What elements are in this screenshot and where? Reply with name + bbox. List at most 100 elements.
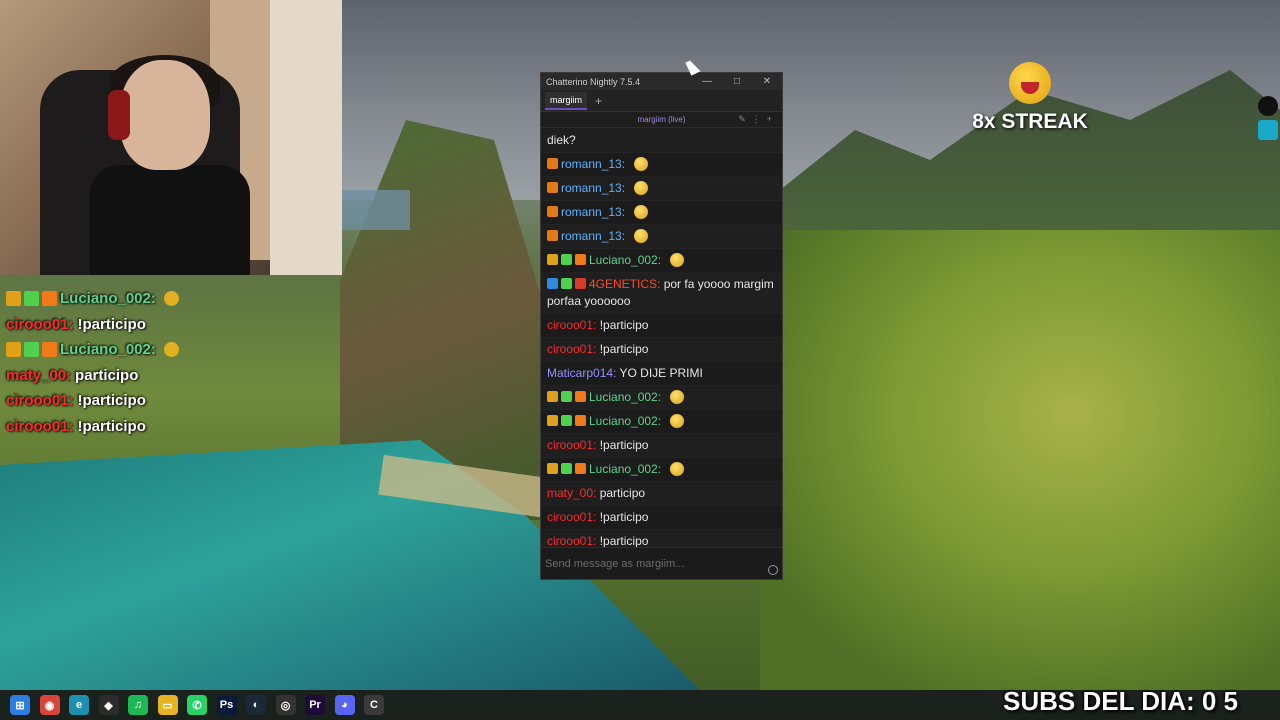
chat-username[interactable]: romann_13: xyxy=(561,157,625,171)
chatterino-icon[interactable]: C xyxy=(364,695,384,715)
chat-username[interactable]: romann_13: xyxy=(561,205,625,219)
chat-username[interactable]: Luciano_002: xyxy=(589,253,661,267)
chat-username[interactable]: romann_13: xyxy=(561,181,625,195)
message-list[interactable]: diek? romann_13: romann_13: romann_13: ro… xyxy=(541,129,782,549)
badge-icon[interactable] xyxy=(547,182,558,193)
overlay-chat-line: maty_00: participo xyxy=(6,363,336,389)
badge-icon[interactable] xyxy=(575,254,586,265)
chat-username[interactable]: cirooo01: xyxy=(547,318,596,332)
badge-icon[interactable] xyxy=(561,463,572,474)
chat-username[interactable]: Luciano_002: xyxy=(589,414,661,428)
chat-message[interactable]: Luciano_002: xyxy=(541,458,782,482)
location-pin-icon[interactable] xyxy=(1258,96,1278,116)
whatsapp-icon[interactable]: ✆ xyxy=(187,695,207,715)
close-button[interactable]: ✕ xyxy=(752,76,782,87)
tab-bar: margiim + xyxy=(541,90,782,112)
badge-icon[interactable] xyxy=(547,463,558,474)
badge-icon[interactable] xyxy=(547,206,558,217)
overlay-username: cirooo01: xyxy=(6,392,74,409)
maximize-button[interactable]: □ xyxy=(722,76,752,87)
chat-message[interactable]: Maticarp014: YO DIJE PRIMI xyxy=(541,362,782,386)
badge-icon xyxy=(6,342,21,358)
start-icon[interactable]: ⊞ xyxy=(10,695,30,715)
chat-username[interactable]: Luciano_002: xyxy=(589,390,661,404)
badge-icon[interactable] xyxy=(575,463,586,474)
chat-message[interactable]: cirooo01: !participo xyxy=(541,314,782,338)
chat-message[interactable]: cirooo01: !participo xyxy=(541,434,782,458)
badge-icon[interactable] xyxy=(575,391,586,402)
chat-username[interactable]: cirooo01: xyxy=(547,438,596,452)
badge-icon[interactable] xyxy=(561,254,572,265)
chat-message[interactable]: diek? xyxy=(541,129,782,153)
chat-message[interactable]: romann_13: xyxy=(541,177,782,201)
laugh-emote-icon[interactable] xyxy=(670,390,685,404)
badge-icon[interactable] xyxy=(561,278,572,289)
chat-message[interactable]: romann_13: xyxy=(541,201,782,225)
emoji-picker-icon[interactable] xyxy=(768,565,778,575)
badge-icon[interactable] xyxy=(575,415,586,426)
chat-message[interactable]: 4GENETICS: por fa yoooo margim porfaa yo… xyxy=(541,273,782,314)
photoshop-icon[interactable]: Ps xyxy=(216,695,237,715)
chat-message-text: !participo xyxy=(599,510,649,524)
badge-icon[interactable] xyxy=(547,230,558,241)
laugh-emote-icon[interactable] xyxy=(634,229,649,243)
folder-icon[interactable]: ▭ xyxy=(157,695,178,715)
overlay-username: cirooo01: xyxy=(6,417,74,435)
app-shortcut-icon[interactable] xyxy=(1258,120,1278,140)
edge-icon[interactable]: e xyxy=(69,695,89,715)
laugh-emote-icon[interactable] xyxy=(670,414,685,428)
chatterino-window[interactable]: Chatterino Nightly 7.5.4 — □ ✕ margiim +… xyxy=(540,72,783,580)
chat-message[interactable]: Luciano_002: xyxy=(541,410,782,434)
laugh-emote-icon xyxy=(163,291,179,307)
chat-message-text: !participo xyxy=(599,342,649,356)
app-icon[interactable]: ◆ xyxy=(98,695,119,715)
chat-message[interactable]: cirooo01: !participo xyxy=(541,506,782,530)
laugh-emote-icon[interactable] xyxy=(634,205,649,219)
badge-icon xyxy=(42,342,57,358)
badge-icon xyxy=(24,342,39,358)
badge-icon[interactable] xyxy=(561,415,572,426)
chat-message[interactable]: Luciano_002: xyxy=(541,386,782,410)
laugh-emote-icon[interactable] xyxy=(634,157,649,171)
steam-icon[interactable]: ◐ xyxy=(246,695,266,715)
chat-username[interactable]: cirooo01: xyxy=(547,342,596,356)
add-tab-button[interactable]: + xyxy=(595,94,602,108)
chat-message[interactable]: cirooo01: !participo xyxy=(541,338,782,362)
discord-icon[interactable]: ◕ xyxy=(334,695,355,715)
spotify-icon[interactable]: ♫ xyxy=(128,695,148,715)
chat-message[interactable]: romann_13: xyxy=(541,153,782,177)
badge-icon[interactable] xyxy=(547,415,558,426)
chat-username[interactable]: Luciano_002: xyxy=(589,462,661,476)
chat-username[interactable]: cirooo01: xyxy=(547,510,596,524)
chat-message[interactable]: romann_13: xyxy=(541,225,782,249)
chat-username[interactable]: 4GENETICS: xyxy=(589,277,660,291)
laugh-emote-icon[interactable] xyxy=(670,462,685,476)
chat-username[interactable]: Maticarp014: xyxy=(547,366,616,380)
overlay-chat-line: cirooo01: !participo xyxy=(6,414,336,440)
badge-icon[interactable] xyxy=(547,254,558,265)
channel-header[interactable]: margiim (live) ✎⋮+ xyxy=(541,112,782,128)
header-tools-icon[interactable]: ✎⋮+ xyxy=(738,114,778,125)
chat-message[interactable]: maty_00: participo xyxy=(541,482,782,506)
tab-margiim[interactable]: margiim xyxy=(545,91,588,110)
badge-icon[interactable] xyxy=(575,278,586,289)
overlay-username: Luciano_002: xyxy=(60,341,156,358)
chat-username[interactable]: maty_00: xyxy=(547,486,596,500)
chat-username[interactable]: romann_13: xyxy=(561,229,625,243)
minimize-button[interactable]: — xyxy=(692,76,722,87)
chat-message-text: !participo xyxy=(599,318,649,332)
laugh-emote-icon[interactable] xyxy=(670,253,685,267)
chrome-icon[interactable]: ◉ xyxy=(39,695,60,715)
message-input[interactable] xyxy=(541,548,782,579)
obs-icon[interactable]: ◎ xyxy=(275,695,296,715)
streak-label: 8x STREAK xyxy=(972,110,1088,133)
premiere-icon[interactable]: Pr xyxy=(305,695,325,715)
chat-username[interactable]: cirooo01: xyxy=(547,534,596,548)
badge-icon[interactable] xyxy=(547,391,558,402)
badge-icon[interactable] xyxy=(561,391,572,402)
badge-icon[interactable] xyxy=(547,278,558,289)
window-titlebar[interactable]: Chatterino Nightly 7.5.4 — □ ✕ xyxy=(541,73,782,90)
chat-message[interactable]: Luciano_002: xyxy=(541,249,782,273)
laugh-emote-icon[interactable] xyxy=(634,181,649,195)
badge-icon[interactable] xyxy=(547,158,558,169)
